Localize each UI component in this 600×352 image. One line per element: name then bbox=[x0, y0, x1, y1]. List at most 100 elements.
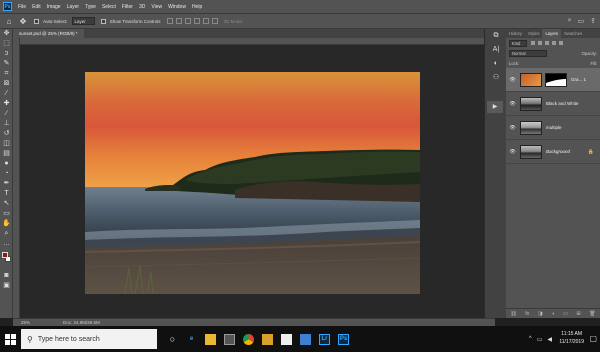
tab-layers[interactable]: Layers bbox=[542, 29, 562, 38]
edge-icon[interactable]: e bbox=[182, 326, 201, 352]
chrome-icon[interactable] bbox=[239, 326, 258, 352]
folder-icon[interactable] bbox=[258, 326, 277, 352]
frame-tool-icon[interactable]: ⊠ bbox=[0, 79, 13, 89]
mail-icon[interactable] bbox=[277, 326, 296, 352]
layer-name[interactable]: multiple bbox=[546, 125, 562, 130]
dodge-tool-icon[interactable]: ◔ bbox=[0, 169, 13, 179]
windows-start-icon[interactable] bbox=[0, 326, 20, 352]
file-explorer-icon[interactable] bbox=[201, 326, 220, 352]
add-mask-icon[interactable]: ◨ bbox=[538, 311, 543, 317]
new-group-icon[interactable]: ▭ bbox=[563, 311, 568, 317]
photos-icon[interactable] bbox=[296, 326, 315, 352]
align-right-icon[interactable] bbox=[211, 18, 218, 24]
notification-icon[interactable]: ▢ bbox=[589, 334, 597, 343]
menu-view[interactable]: View bbox=[148, 4, 165, 10]
link-layers-icon[interactable]: ⛓ bbox=[510, 311, 516, 317]
history-panel-icon[interactable]: ⧉ bbox=[485, 29, 507, 43]
blur-tool-icon[interactable]: ● bbox=[0, 159, 13, 169]
taskbar-clock[interactable]: 11:15 AM 11/17/2019 bbox=[559, 330, 584, 346]
layer-name[interactable]: Background bbox=[546, 149, 570, 154]
quick-mask-icon[interactable]: ◙ bbox=[0, 271, 13, 281]
stamp-tool-icon[interactable]: ⊥ bbox=[0, 119, 13, 129]
layer-style-icon[interactable]: fx bbox=[525, 311, 529, 317]
character-panel-icon[interactable]: A| bbox=[485, 43, 507, 57]
eraser-tool-icon[interactable]: ◫ bbox=[0, 139, 13, 149]
smart-object-filter-icon[interactable] bbox=[559, 41, 563, 45]
layer-row[interactable]: 👁 multiple bbox=[506, 116, 600, 140]
crop-tool-icon[interactable]: ⌗ bbox=[0, 69, 13, 79]
move-tool-icon[interactable]: ✥ bbox=[18, 16, 28, 26]
menu-3d[interactable]: 3D bbox=[136, 4, 148, 10]
tab-history[interactable]: History bbox=[506, 29, 525, 38]
rectangle-tool-icon[interactable]: ▭ bbox=[0, 209, 13, 219]
hand-tool-icon[interactable]: ✋ bbox=[0, 219, 13, 229]
search-icon[interactable]: ⌕ bbox=[568, 17, 572, 25]
share-icon[interactable]: ⇪ bbox=[590, 17, 596, 25]
auto-select-checkbox[interactable] bbox=[34, 18, 39, 24]
align-middle-icon[interactable] bbox=[175, 18, 182, 24]
new-layer-icon[interactable]: ⊞ bbox=[576, 311, 580, 317]
menu-layer[interactable]: Layer bbox=[64, 4, 83, 10]
styles-panel-icon[interactable]: ⚇ bbox=[485, 71, 507, 85]
history-brush-icon[interactable]: ↺ bbox=[0, 129, 13, 139]
menu-help[interactable]: Help bbox=[189, 4, 205, 10]
document-tab[interactable]: sunset.psd @ 25% (RGB/8) * bbox=[13, 29, 84, 38]
layer-name[interactable]: Black and White bbox=[546, 101, 579, 106]
healing-tool-icon[interactable]: ✚ bbox=[0, 99, 13, 109]
more-tools-icon[interactable]: … bbox=[0, 239, 13, 249]
menu-filter[interactable]: Filter bbox=[119, 4, 136, 10]
image-canvas[interactable] bbox=[85, 72, 420, 294]
align-center-icon[interactable] bbox=[202, 18, 209, 24]
layer-name[interactable]: Gra... 1 bbox=[571, 77, 586, 82]
foreground-color-swatch[interactable] bbox=[2, 252, 8, 258]
quick-select-tool-icon[interactable]: ✎ bbox=[0, 59, 13, 69]
store-icon[interactable] bbox=[220, 326, 239, 352]
adjustment-filter-icon[interactable] bbox=[538, 41, 542, 45]
tab-swatches[interactable]: Swatches bbox=[561, 29, 585, 38]
visibility-eye-icon[interactable]: 👁 bbox=[508, 149, 517, 155]
path-select-tool-icon[interactable]: ↖ bbox=[0, 199, 13, 209]
align-top-icon[interactable] bbox=[166, 18, 173, 24]
lightroom-icon[interactable]: Lr bbox=[315, 326, 334, 352]
photoshop-taskbar-icon[interactable]: Ps bbox=[334, 326, 353, 352]
play-action-icon[interactable]: ▶ bbox=[487, 101, 503, 113]
menu-select[interactable]: Select bbox=[99, 4, 119, 10]
layer-row[interactable]: 👁 Black and White bbox=[506, 92, 600, 116]
menu-window[interactable]: Window bbox=[165, 4, 189, 10]
marquee-tool-icon[interactable]: ⬚ bbox=[0, 39, 13, 49]
visibility-eye-icon[interactable]: 👁 bbox=[508, 125, 517, 131]
layer-mask-thumbnail[interactable] bbox=[545, 72, 567, 87]
volume-icon[interactable]: ◀ bbox=[547, 336, 552, 343]
eyedropper-tool-icon[interactable]: ⁄ bbox=[0, 89, 13, 99]
screen-mode-icon[interactable]: ▣ bbox=[0, 281, 13, 291]
new-adjustment-icon[interactable]: ◑ bbox=[551, 311, 554, 317]
blend-mode-dropdown[interactable]: Normal bbox=[509, 49, 547, 57]
tab-styles[interactable]: Styles bbox=[525, 29, 542, 38]
layer-row[interactable]: 👁 Background 🔒 bbox=[506, 140, 600, 164]
type-tool-icon[interactable]: T bbox=[0, 189, 13, 199]
taskbar-search-box[interactable]: ⚲ Type here to search bbox=[21, 329, 157, 349]
home-icon[interactable]: ⌂ bbox=[4, 16, 14, 26]
visibility-eye-icon[interactable]: 👁 bbox=[508, 77, 517, 83]
pen-tool-icon[interactable]: ✒ bbox=[0, 179, 13, 189]
pixel-filter-icon[interactable] bbox=[531, 41, 535, 45]
type-filter-icon[interactable] bbox=[545, 41, 549, 45]
menu-type[interactable]: Type bbox=[82, 4, 99, 10]
chevron-up-icon[interactable]: ^ bbox=[529, 336, 532, 342]
layer-kind-filter[interactable]: Kind bbox=[509, 39, 527, 47]
visibility-eye-icon[interactable]: 👁 bbox=[508, 101, 517, 107]
color-panel-icon[interactable]: ◐ bbox=[485, 57, 507, 71]
auto-select-dropdown[interactable]: Layer bbox=[71, 17, 95, 25]
layer-row[interactable]: 👁 Gra... 1 bbox=[506, 68, 600, 92]
menu-image[interactable]: Image bbox=[44, 4, 64, 10]
zoom-tool-icon[interactable]: ⌕ bbox=[0, 229, 13, 239]
shape-filter-icon[interactable] bbox=[552, 41, 556, 45]
align-bottom-icon[interactable] bbox=[184, 18, 191, 24]
menu-file[interactable]: File bbox=[15, 4, 29, 10]
workspace-icon[interactable]: ▭ bbox=[578, 17, 585, 25]
brush-tool-icon[interactable]: ∕ bbox=[0, 109, 13, 119]
menu-edit[interactable]: Edit bbox=[29, 4, 44, 10]
align-left-icon[interactable] bbox=[193, 18, 200, 24]
transform-controls-checkbox[interactable] bbox=[100, 18, 106, 24]
network-icon[interactable]: ▭ bbox=[537, 336, 543, 343]
